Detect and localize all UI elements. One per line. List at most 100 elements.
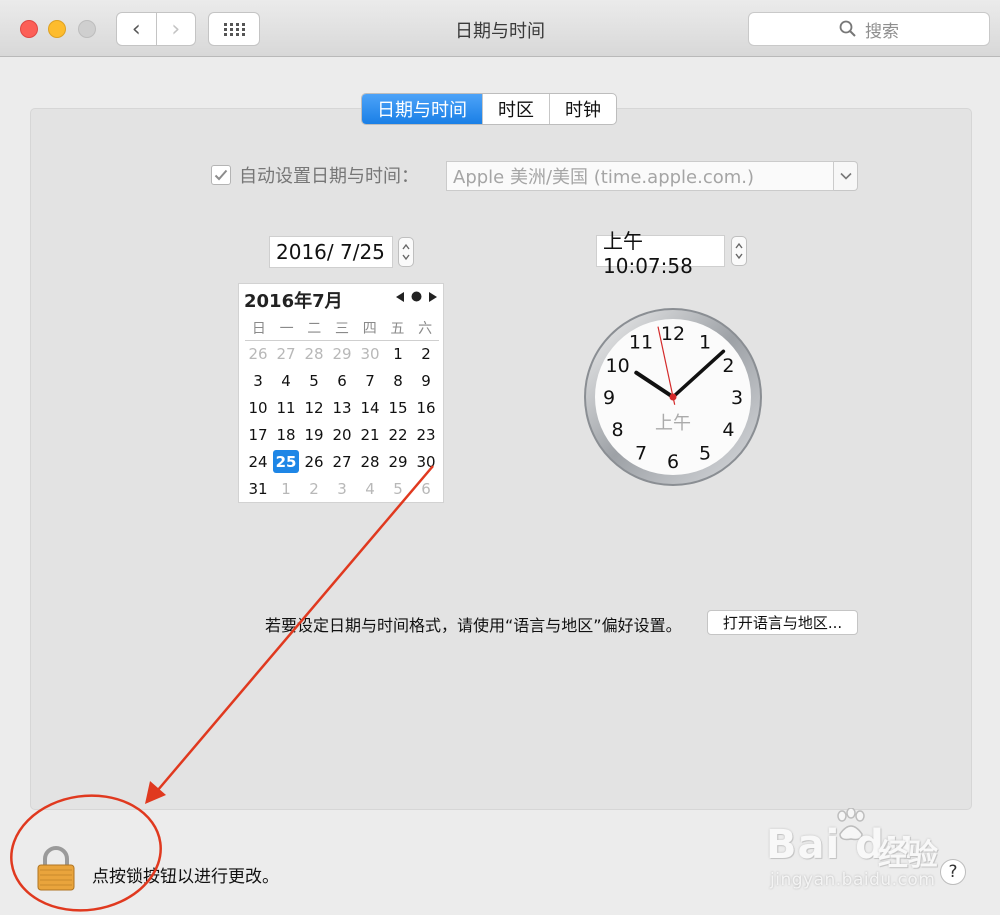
calendar-day[interactable]: 27 [272, 340, 300, 367]
calendar-day[interactable]: 9 [412, 367, 440, 394]
clock-ampm-label: 上午 [655, 413, 691, 434]
calendar-day[interactable]: 31 [244, 475, 272, 502]
clock-number: 4 [722, 419, 734, 441]
clock-number: 9 [603, 387, 615, 409]
calendar-nav [396, 291, 437, 302]
weekday-label: 二 [307, 321, 322, 337]
calendar-day[interactable]: 4 [272, 367, 300, 394]
time-stepper[interactable] [731, 236, 747, 266]
clock-number: 7 [635, 442, 647, 464]
calendar-day[interactable]: 8 [384, 367, 412, 394]
calendar-day[interactable]: 24 [244, 448, 272, 475]
time-field[interactable]: 上午10:07:58 [596, 229, 725, 278]
clock-number: 1 [699, 332, 711, 354]
today-icon[interactable] [411, 291, 422, 302]
calendar-month-title: 2016年7月 [244, 291, 343, 312]
clock-number: 11 [629, 332, 653, 354]
calendar-day[interactable]: 29 [328, 340, 356, 367]
calendar-day[interactable]: 6 [412, 475, 440, 502]
clock-number: 3 [731, 387, 743, 409]
calendar-day[interactable]: 19 [300, 421, 328, 448]
baidu-watermark: Bai du 经验 jingyan.baidu.com [766, 808, 948, 890]
tab-time-zone[interactable]: 时区 [482, 94, 549, 124]
stepper-arrows-icon [735, 242, 743, 260]
calendar-days: 26 27 28 29 30 1 2 3 4 5 6 7 8 9 10 11 12 13 14 15 16 17 18 19 2… [244, 340, 440, 502]
calendar-day[interactable]: 3 [328, 475, 356, 502]
calendar-day[interactable]: 1 [272, 475, 300, 502]
weekday-label: 日 [251, 321, 266, 337]
analog-clock: 12 12 3 45678 9 1011 上午 [584, 308, 762, 486]
stepper-arrows-icon [402, 243, 410, 261]
calendar-day[interactable]: 26 [300, 448, 328, 475]
calendar-day-selected[interactable]: 25 [273, 450, 299, 473]
calendar-day[interactable]: 6 [328, 367, 356, 394]
calendar-day[interactable]: 23 [412, 421, 440, 448]
calendar-day[interactable]: 20 [328, 421, 356, 448]
calendar-day[interactable]: 2 [300, 475, 328, 502]
calendar-day[interactable]: 2 [412, 340, 440, 367]
tab-clock[interactable]: 时钟 [549, 94, 616, 124]
next-month-icon[interactable] [428, 291, 437, 302]
calendar-day[interactable]: 18 [272, 421, 300, 448]
search-field[interactable]: 搜索 [748, 12, 990, 46]
open-language-region-button[interactable]: 打开语言与地区... [707, 610, 858, 635]
calendar-day[interactable]: 13 [328, 394, 356, 421]
calendar-day[interactable]: 28 [356, 448, 384, 475]
calendar-day[interactable]: 7 [356, 367, 384, 394]
calendar-day[interactable]: 5 [300, 367, 328, 394]
calendar-day[interactable]: 29 [384, 448, 412, 475]
previous-month-icon[interactable] [396, 291, 405, 302]
lock-icon[interactable] [36, 845, 76, 891]
search-icon [839, 20, 856, 37]
clock-number: 6 [667, 451, 679, 473]
weekday-header: 日一二三四五六 [245, 318, 439, 341]
auto-set-label: 自动设置日期与时间： [239, 166, 419, 187]
weekday-label: 四 [362, 321, 377, 337]
time-server-dropdown[interactable] [834, 161, 858, 191]
checkmark-icon [214, 169, 228, 181]
weekday-label: 六 [418, 321, 433, 337]
weekday-label: 三 [334, 321, 349, 337]
calendar-day[interactable]: 30 [356, 340, 384, 367]
clock-number: 5 [699, 442, 711, 464]
lock-hint-text: 点按锁按钮以进行更改。 [92, 867, 279, 887]
calendar-day[interactable]: 11 [272, 394, 300, 421]
time-server-field[interactable]: Apple 美洲/美国 (time.apple.com.) [446, 161, 834, 191]
watermark-url: jingyan.baidu.com [770, 870, 936, 890]
calendar-day[interactable]: 16 [412, 394, 440, 421]
calendar-day[interactable]: 22 [384, 421, 412, 448]
weekday-label: 五 [390, 321, 405, 337]
clock-number: 12 [661, 323, 685, 345]
watermark-jingyan: 经验 [878, 838, 938, 873]
calendar-day[interactable]: 12 [300, 394, 328, 421]
calendar-day[interactable]: 1 [384, 340, 412, 367]
calendar-day[interactable]: 27 [328, 448, 356, 475]
clock-center-pin [669, 393, 677, 401]
help-button[interactable]: ? [940, 859, 966, 885]
clock-number: 2 [722, 355, 734, 377]
calendar-day[interactable]: 26 [244, 340, 272, 367]
format-hint-text: 若要设定日期与时间格式，请使用“语言与地区”偏好设置。 [265, 616, 682, 635]
clock-number: 10 [606, 355, 630, 377]
chevron-down-icon [839, 172, 852, 180]
weekday-label: 一 [279, 321, 294, 337]
calendar: 2016年7月 日一二三四五六 26 27 28 29 30 1 2 3 4 5 6 7 8 9 10 11 1… [238, 283, 444, 503]
search-placeholder: 搜索 [865, 21, 899, 42]
calendar-day[interactable]: 3 [244, 367, 272, 394]
clock-number: 8 [612, 419, 624, 441]
calendar-day[interactable]: 15 [384, 394, 412, 421]
calendar-day[interactable]: 5 [384, 475, 412, 502]
date-field[interactable]: 2016/ 7/25 [269, 236, 393, 268]
title-bar: ‹ › 日期与时间 搜索 [0, 0, 1000, 57]
calendar-day[interactable]: 14 [356, 394, 384, 421]
calendar-day[interactable]: 10 [244, 394, 272, 421]
calendar-day[interactable]: 21 [356, 421, 384, 448]
tab-date-time[interactable]: 日期与时间 [362, 94, 482, 124]
calendar-day[interactable]: 28 [300, 340, 328, 367]
calendar-day[interactable]: 4 [356, 475, 384, 502]
calendar-day[interactable]: 17 [244, 421, 272, 448]
calendar-day[interactable]: 30 [412, 448, 440, 475]
auto-set-row: 自动设置日期与时间： [211, 162, 419, 188]
date-stepper[interactable] [398, 237, 414, 267]
auto-set-checkbox[interactable] [211, 165, 231, 185]
